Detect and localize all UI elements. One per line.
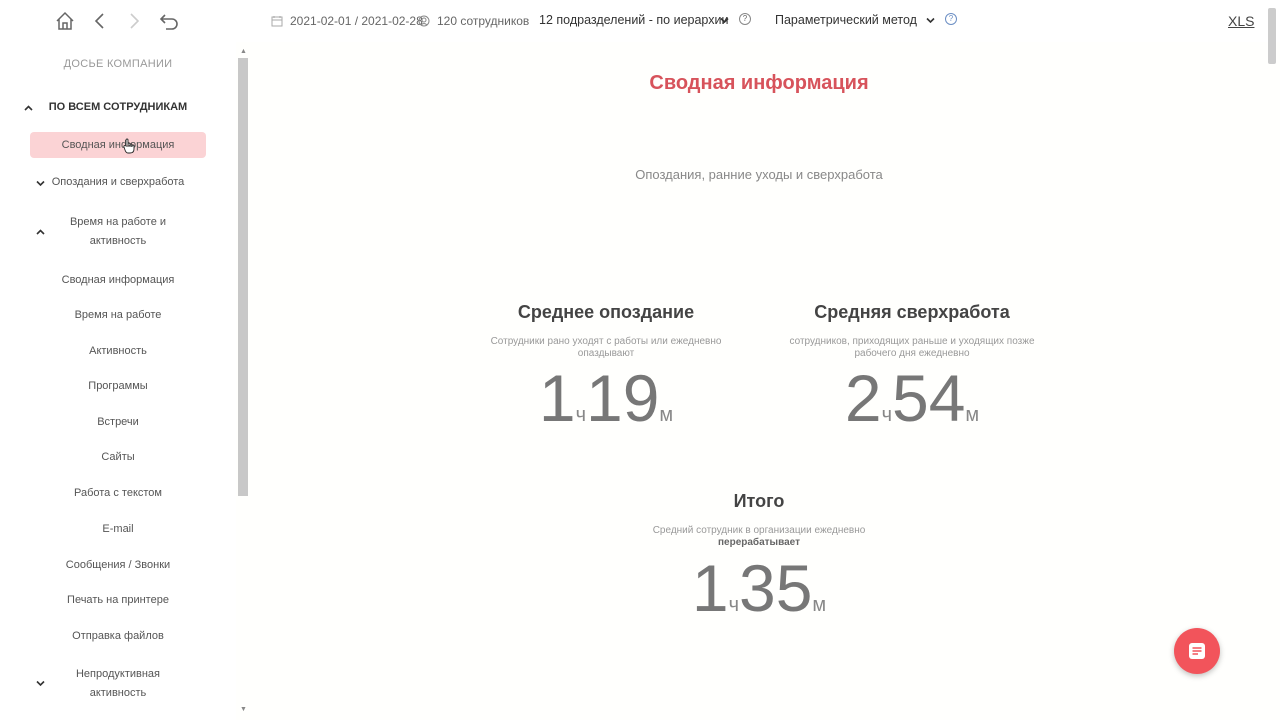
method-dropdown[interactable]: Параметрический метод bbox=[775, 13, 917, 27]
sidebar-subitem[interactable]: Отправка файлов bbox=[30, 627, 206, 646]
late-card-description: Сотрудники рано уходят с работы или ежед… bbox=[490, 336, 722, 359]
calendar-icon bbox=[271, 14, 283, 27]
help-icon[interactable]: ? bbox=[945, 13, 957, 25]
overtime-hours: 2 bbox=[844, 361, 882, 435]
section-subtitle: Опоздания, ранние уходы и сверхработа bbox=[635, 167, 883, 182]
help-icon[interactable]: ? bbox=[739, 13, 751, 25]
undo-icon[interactable] bbox=[158, 10, 180, 32]
overtime-value: 2ч54м bbox=[844, 361, 980, 435]
back-arrow-icon[interactable] bbox=[89, 10, 111, 32]
sidebar-item-unproductive[interactable]: Непродуктивная активность bbox=[65, 665, 171, 703]
forward-arrow-icon[interactable] bbox=[123, 10, 145, 32]
late-minutes: 19 bbox=[585, 361, 660, 435]
overtime-card-description: сотрудников, приходящих раньше и уходящи… bbox=[789, 336, 1035, 359]
chevron-up-icon[interactable] bbox=[36, 228, 45, 237]
late-hours: 1 bbox=[538, 361, 576, 435]
total-hours: 1 bbox=[691, 551, 729, 625]
chevron-up-icon[interactable] bbox=[24, 104, 33, 113]
xls-export-link[interactable]: XLS bbox=[1228, 13, 1254, 29]
sidebar-subitem[interactable]: Работа с текстом bbox=[30, 484, 206, 503]
scroll-up-icon[interactable]: ▲ bbox=[240, 48, 247, 55]
sidebar-subitem[interactable]: Сводная информация bbox=[30, 271, 206, 290]
total-card-title: Итого bbox=[733, 491, 785, 511]
chevron-down-icon[interactable] bbox=[926, 16, 935, 25]
sidebar-section-all-employees[interactable]: ПО ВСЕМ СОТРУДНИКАМ bbox=[40, 98, 196, 117]
sidebar-subitem[interactable]: Время на работе bbox=[30, 306, 206, 325]
scroll-down-icon[interactable]: ▼ bbox=[240, 706, 247, 713]
sidebar-subitem[interactable]: E-mail bbox=[30, 520, 206, 539]
page-title: Сводная информация bbox=[649, 72, 869, 94]
page-scrollbar[interactable] bbox=[1268, 8, 1276, 64]
document-icon bbox=[1189, 643, 1205, 659]
chevron-down-icon[interactable] bbox=[36, 679, 45, 688]
employee-count[interactable]: 120 сотрудников bbox=[437, 14, 529, 28]
total-card-description: Средний сотрудник в организации ежедневн… bbox=[652, 525, 866, 548]
sidebar-item-late-overtime[interactable]: Опоздания и сверхработа bbox=[50, 173, 186, 192]
sidebar-scrollbar-thumb[interactable] bbox=[238, 58, 248, 496]
user-icon bbox=[418, 14, 430, 27]
home-icon[interactable] bbox=[54, 10, 76, 32]
sidebar-subitem[interactable]: Активность bbox=[30, 342, 206, 361]
departments-dropdown[interactable]: 12 подразделений - по иерархии bbox=[539, 13, 728, 27]
date-range[interactable]: 2021-02-01 / 2021-02-28 bbox=[290, 14, 423, 28]
notes-fab-button[interactable] bbox=[1174, 628, 1220, 674]
sidebar-heading: ДОСЬЕ КОМПАНИИ bbox=[63, 58, 173, 70]
late-card-title: Среднее опоздание bbox=[517, 302, 695, 322]
sidebar-subitem[interactable]: Программы bbox=[30, 377, 206, 396]
total-minutes: 35 bbox=[738, 551, 813, 625]
chevron-down-icon[interactable] bbox=[36, 179, 45, 188]
top-toolbar: 2021-02-01 / 2021-02-28 120 сотрудников … bbox=[0, 0, 1280, 42]
total-value: 1ч35м bbox=[691, 551, 827, 625]
sidebar-item-summary[interactable]: Сводная информация bbox=[30, 132, 206, 158]
sidebar-subitem[interactable]: Сайты bbox=[30, 448, 206, 467]
sidebar-item-time-activity[interactable]: Время на работе и активность bbox=[65, 213, 171, 251]
overtime-card-title: Средняя сверхработа bbox=[814, 302, 1010, 322]
sidebar-subitem[interactable]: Встречи bbox=[30, 413, 206, 432]
late-value: 1ч19м bbox=[538, 361, 674, 435]
overtime-minutes: 54 bbox=[891, 361, 966, 435]
chevron-down-icon[interactable] bbox=[720, 16, 729, 25]
sidebar-subitem[interactable]: Сообщения / Звонки bbox=[30, 556, 206, 575]
hand-cursor-icon bbox=[123, 138, 135, 154]
sidebar-subitem[interactable]: Печать на принтере bbox=[30, 591, 206, 610]
